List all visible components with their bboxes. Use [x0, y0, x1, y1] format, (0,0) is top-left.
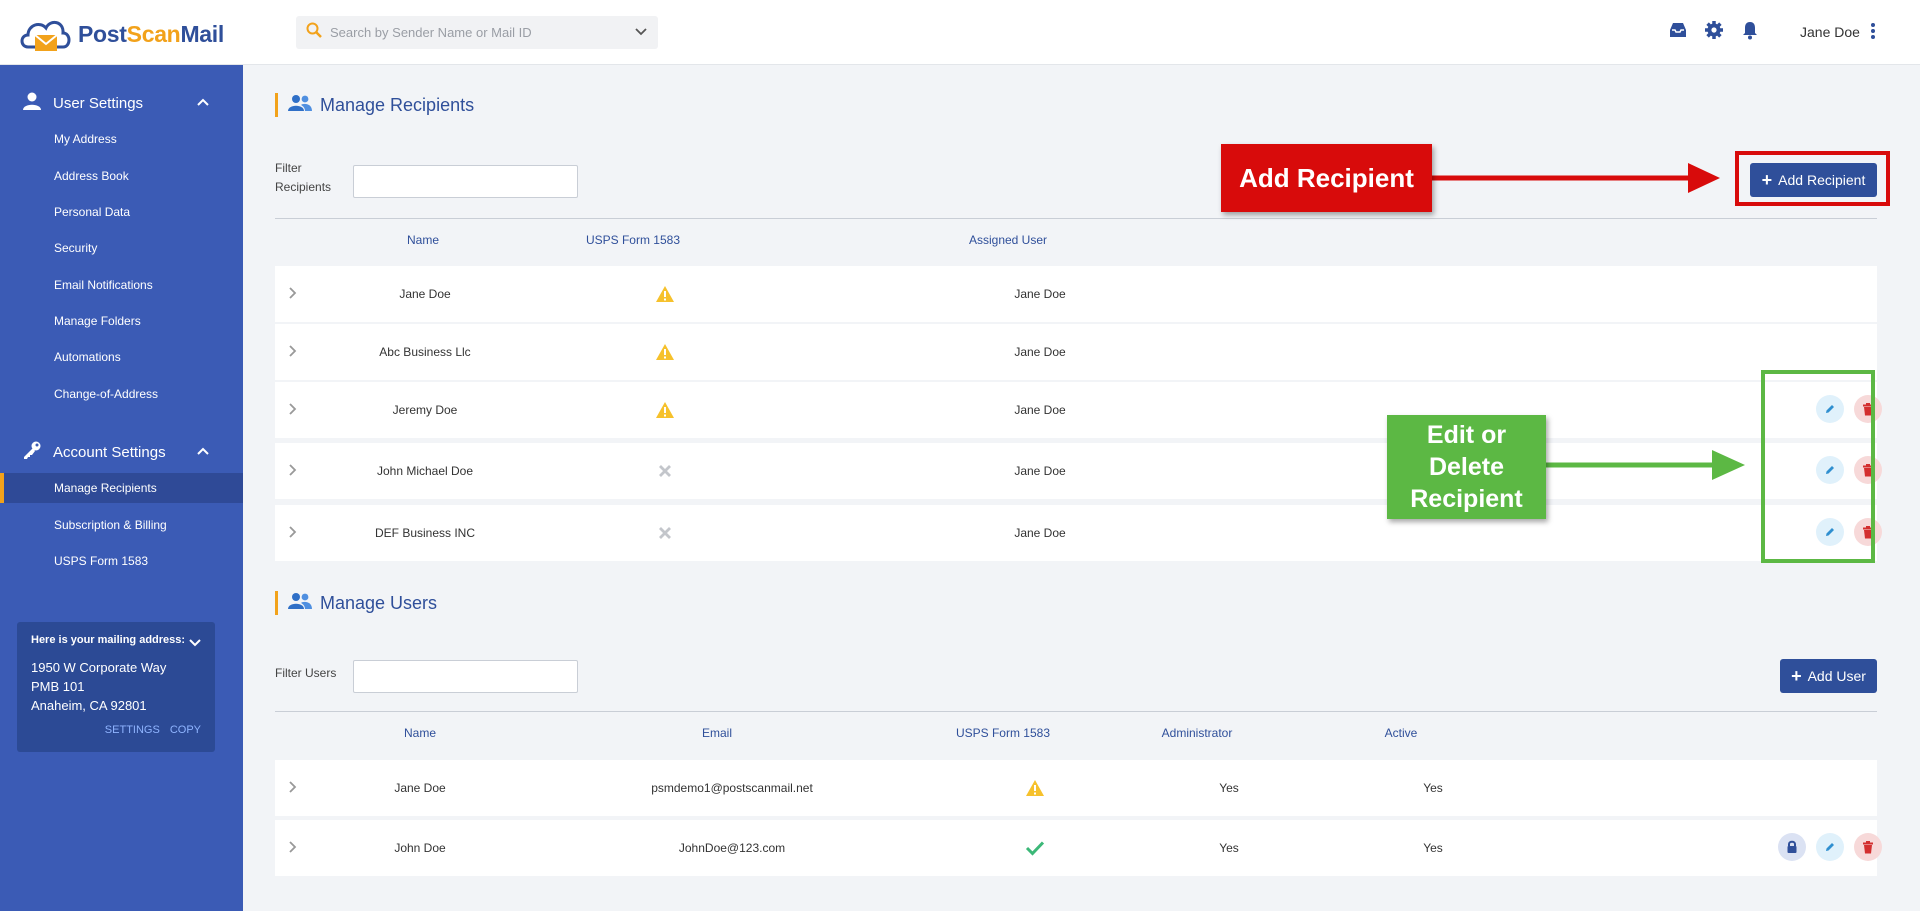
edit-delete-callout: Edit or Delete Recipient [1387, 415, 1546, 519]
green-arrow-head [1712, 450, 1745, 480]
callout-line-3: Recipient [1410, 485, 1523, 513]
annotation-arrows [1432, 163, 1745, 480]
add-recipient-callout: Add Recipient [1221, 144, 1432, 212]
add-recipient-highlight-frame [1735, 151, 1890, 206]
callout-line-2: Delete [1428, 453, 1505, 481]
edit-delete-highlight-frame [1761, 370, 1875, 563]
callout-line-1: Edit or [1426, 421, 1507, 449]
red-arrow-head [1688, 163, 1720, 193]
